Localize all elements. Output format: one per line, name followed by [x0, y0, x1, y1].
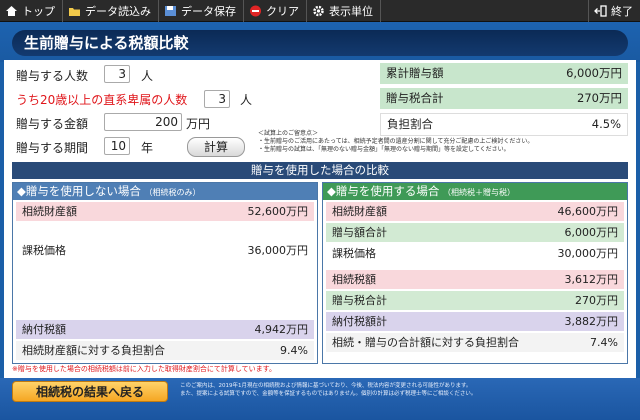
- gear-icon: [313, 5, 324, 16]
- with-gift-panel-header: ◆贈与を使用する場合 （相続税＋贈与税）: [323, 183, 627, 200]
- no-gift-ratio-row: 相続財産額に対する負担割合 9.4%: [16, 341, 314, 360]
- exit-icon: [594, 4, 607, 17]
- row-value: 9.4%: [280, 344, 308, 357]
- notes-line: ・生前贈与の試算は、「無理のない贈与金額」「無理のない贈与期間」等を設定してくだ…: [258, 146, 510, 153]
- back-to-inheritance-result-button[interactable]: 相続税の結果へ戻る: [12, 381, 168, 402]
- cumulative-gift-value: 6,000万円: [566, 66, 622, 80]
- row-value: 30,000万円: [557, 247, 619, 260]
- row-value: 7.4%: [590, 336, 618, 349]
- comparison-header: 贈与を使用した場合の比較: [12, 162, 628, 179]
- exit-label: 終了: [611, 4, 633, 18]
- folder-icon: [69, 7, 80, 16]
- with-gift-inheritance-tax-row: 相続税額 3,612万円: [326, 270, 624, 289]
- row-value: 46,600万円: [557, 205, 619, 218]
- toolbar: トップ データ読込み データ保存 クリア 表示単位 終了: [0, 0, 640, 22]
- row-value: 270万円: [575, 294, 618, 307]
- row-label: 課税価格: [22, 244, 66, 257]
- floppy-disk-icon: [165, 5, 176, 16]
- row-label: 納付税額計: [332, 315, 387, 328]
- clear-label: クリア: [266, 4, 299, 18]
- row-label: 納付税額: [22, 323, 66, 336]
- gift-amount-input[interactable]: 200: [104, 113, 182, 131]
- calculate-button[interactable]: 計算: [187, 137, 245, 157]
- row-label: 贈与額合計: [332, 226, 387, 239]
- notes-line: ・生前贈与のご活用にあたっては、相続予定者間の遺産分割に関して充分ご配慮の上ご検…: [258, 138, 534, 145]
- row-label: 相続財産額: [332, 205, 387, 218]
- summary-box: 累計贈与額 6,000万円 贈与税合計 270万円 負担割合 4.5%: [380, 63, 628, 136]
- with-gift-gift-tax-row: 贈与税合計 270万円: [326, 291, 624, 310]
- num-recipients-input[interactable]: 3: [104, 65, 130, 83]
- with-gift-ratio-row: 相続・贈与の合計額に対する負担割合 7.4%: [326, 333, 624, 352]
- row-value: 4,942万円: [254, 323, 309, 336]
- gift-amount-label: 贈与する金額: [16, 117, 89, 131]
- disclaimer-line: このご案内は、2019年1月現在の相続税および情報に基づいており、今後、税法内容…: [180, 383, 472, 389]
- adult-descendants-label: うち20歳以上の直系卑属の人数: [16, 93, 188, 107]
- num-recipients-label: 贈与する人数: [16, 69, 89, 83]
- save-data-button[interactable]: データ保存: [159, 0, 244, 22]
- gift-tax-total-label: 贈与税合計: [386, 91, 444, 105]
- with-gift-total-row: 贈与額合計 6,000万円: [326, 223, 624, 242]
- row-value: 3,612万円: [564, 273, 619, 286]
- gift-tax-total-row: 贈与税合計 270万円: [380, 88, 628, 109]
- row-label: 相続税額: [332, 273, 376, 286]
- page-title: 生前贈与による税額比較: [12, 30, 628, 56]
- home-icon: [6, 5, 17, 16]
- load-data-label: データ読込み: [85, 4, 151, 18]
- adult-descendants-input[interactable]: 3: [204, 90, 230, 108]
- no-gift-panel-header: ◆贈与を使用しない場合 （相続税のみ）: [13, 183, 317, 200]
- disclaimer-line: また、提案による試算ですので、金額等を保証するものではありません。個別の計算は必…: [180, 391, 477, 397]
- row-label: 相続・贈与の合計額に対する負担割合: [332, 336, 519, 349]
- clear-button[interactable]: クリア: [244, 0, 307, 22]
- gift-amount-unit: 万円: [186, 117, 211, 131]
- cumulative-gift-row: 累計贈与額 6,000万円: [380, 63, 628, 84]
- with-gift-estate-row: 相続財産額 46,600万円: [326, 202, 624, 221]
- with-gift-paid-row: 納付税額計 3,882万円: [326, 312, 624, 331]
- gift-tax-total-value: 270万円: [577, 91, 622, 105]
- no-gift-estate-row: 相続財産額 52,600万円: [16, 202, 314, 221]
- row-value: 52,600万円: [247, 205, 309, 218]
- num-recipients-unit: 人: [141, 69, 154, 83]
- gift-period-unit: 年: [141, 141, 154, 155]
- with-gift-panel-title: ◆贈与を使用する場合: [327, 184, 440, 198]
- adult-descendants-unit: 人: [240, 93, 253, 107]
- display-units-button[interactable]: 表示単位: [307, 0, 381, 22]
- row-value: 3,882万円: [564, 315, 619, 328]
- cumulative-gift-label: 累計贈与額: [386, 66, 444, 80]
- row-label: 課税価格: [332, 247, 376, 260]
- no-entry-icon: [250, 5, 261, 16]
- top-button[interactable]: トップ: [0, 0, 63, 22]
- footnote: ※贈与を使用した場合の相続税額は前に入力した取得財産割合にて計算しています。: [12, 365, 276, 373]
- load-data-button[interactable]: データ読込み: [63, 0, 159, 22]
- with-gift-panel-subtitle: （相続税＋贈与税）: [443, 188, 515, 197]
- notes-heading: ＜試算上のご留意点＞: [258, 130, 319, 137]
- calculation-notes: ＜試算上のご留意点＞ ・生前贈与のご活用にあたっては、相続予定者間の遺産分割に関…: [258, 130, 628, 154]
- top-label: トップ: [22, 4, 55, 18]
- row-value: 6,000万円: [564, 226, 619, 239]
- gift-period-label: 贈与する期間: [16, 141, 89, 155]
- exit-button[interactable]: 終了: [588, 0, 640, 22]
- no-gift-panel: ◆贈与を使用しない場合 （相続税のみ） 相続財産額 52,600万円 課税価格 …: [12, 182, 318, 364]
- no-gift-tax-row: 納付税額 4,942万円: [16, 320, 314, 339]
- no-gift-taxable-row: 課税価格 36,000万円: [16, 241, 314, 260]
- with-gift-taxable-row: 課税価格 30,000万円: [326, 244, 624, 263]
- disclaimer: このご案内は、2019年1月現在の相続税および情報に基づいており、今後、税法内容…: [180, 382, 630, 398]
- gift-period-input[interactable]: 10: [104, 137, 130, 155]
- no-gift-panel-title: ◆贈与を使用しない場合: [17, 184, 141, 198]
- row-value: 36,000万円: [247, 244, 309, 257]
- row-label: 相続財産額に対する負担割合: [22, 344, 165, 357]
- display-units-label: 表示単位: [329, 4, 373, 18]
- save-data-label: データ保存: [181, 4, 236, 18]
- with-gift-panel: ◆贈与を使用する場合 （相続税＋贈与税） 相続財産額 46,600万円 贈与額合…: [322, 182, 628, 364]
- no-gift-panel-subtitle: （相続税のみ）: [144, 188, 201, 197]
- row-label: 贈与税合計: [332, 294, 387, 307]
- row-label: 相続財産額: [22, 205, 77, 218]
